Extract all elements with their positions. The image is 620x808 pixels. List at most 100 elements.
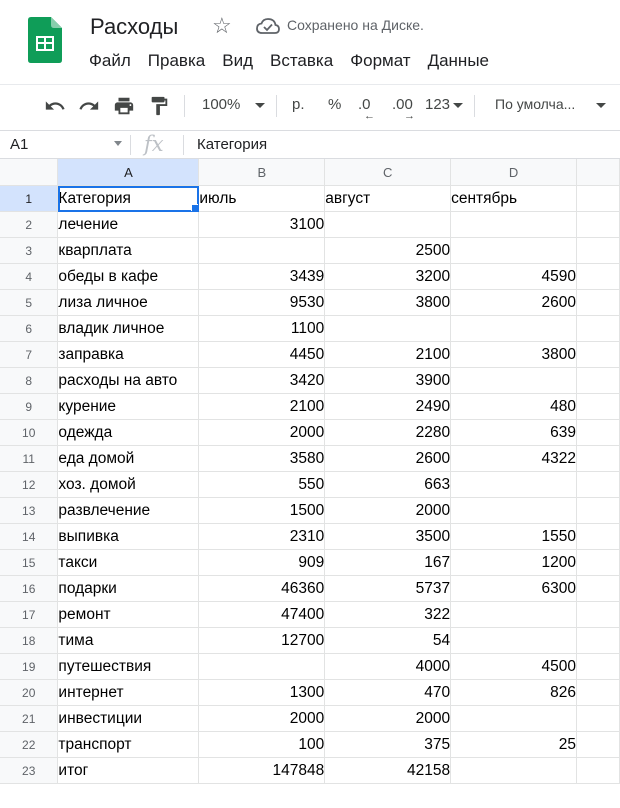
cell-d20[interactable]: 826: [450, 679, 578, 706]
row-header[interactable]: 1: [0, 185, 59, 212]
cell-e4[interactable]: [576, 263, 620, 290]
cell-e22[interactable]: [576, 731, 620, 758]
menu-edit[interactable]: Правка: [148, 51, 205, 71]
menu-file[interactable]: Файл: [89, 51, 131, 71]
row-header[interactable]: 23: [0, 757, 59, 784]
cell-c1[interactable]: август: [324, 185, 452, 212]
cell-e19[interactable]: [576, 653, 620, 680]
font-dropdown-arrow-icon[interactable]: [596, 103, 606, 108]
cell-a17[interactable]: ремонт: [57, 601, 200, 628]
zoom-select[interactable]: 100%: [202, 96, 240, 113]
cell-e2[interactable]: [576, 211, 620, 238]
cell-a2[interactable]: лечение: [57, 211, 200, 238]
cell-b14[interactable]: 2310: [198, 523, 326, 550]
cell-a11[interactable]: еда домой: [57, 445, 200, 472]
cell-b16[interactable]: 46360: [198, 575, 326, 602]
cell-c7[interactable]: 2100: [324, 341, 452, 368]
cell-e6[interactable]: [576, 315, 620, 342]
row-header[interactable]: 14: [0, 523, 59, 550]
cell-b22[interactable]: 100: [198, 731, 326, 758]
cell-e20[interactable]: [576, 679, 620, 706]
row-header[interactable]: 18: [0, 627, 59, 654]
cell-d11[interactable]: 4322: [450, 445, 578, 472]
cell-a8[interactable]: расходы на авто: [57, 367, 200, 394]
star-icon[interactable]: ☆: [212, 13, 232, 39]
cell-a10[interactable]: одежда: [57, 419, 200, 446]
name-box[interactable]: A1: [10, 136, 28, 153]
cell-b6[interactable]: 1100: [198, 315, 326, 342]
cell-c8[interactable]: 3900: [324, 367, 452, 394]
row-header[interactable]: 10: [0, 419, 59, 446]
cell-a19[interactable]: путешествия: [57, 653, 200, 680]
cell-c13[interactable]: 2000: [324, 497, 452, 524]
cell-a5[interactable]: лиза личное: [57, 289, 200, 316]
cell-d18[interactable]: [450, 627, 578, 654]
cell-e17[interactable]: [576, 601, 620, 628]
row-header[interactable]: 8: [0, 367, 59, 394]
cell-b15[interactable]: 909: [198, 549, 326, 576]
cell-b2[interactable]: 3100: [198, 211, 326, 238]
cell-a21[interactable]: инвестиции: [57, 705, 200, 732]
menu-data[interactable]: Данные: [428, 51, 489, 71]
cell-b8[interactable]: 3420: [198, 367, 326, 394]
redo-icon[interactable]: [78, 95, 100, 117]
row-header[interactable]: 2: [0, 211, 59, 238]
cell-e21[interactable]: [576, 705, 620, 732]
percent-format-button[interactable]: %: [328, 96, 341, 113]
cell-c19[interactable]: 4000: [324, 653, 452, 680]
font-select[interactable]: По умолча...: [495, 96, 575, 112]
currency-format-button[interactable]: р.: [292, 96, 305, 113]
cell-c11[interactable]: 2600: [324, 445, 452, 472]
cell-d3[interactable]: [450, 237, 578, 264]
zoom-dropdown-arrow-icon[interactable]: [255, 103, 265, 108]
cell-e3[interactable]: [576, 237, 620, 264]
cell-b20[interactable]: 1300: [198, 679, 326, 706]
cell-e23[interactable]: [576, 757, 620, 784]
cell-d1[interactable]: сентябрь: [450, 185, 578, 212]
cell-d7[interactable]: 3800: [450, 341, 578, 368]
column-header-d[interactable]: D: [450, 159, 578, 186]
row-header[interactable]: 22: [0, 731, 59, 758]
cell-c9[interactable]: 2490: [324, 393, 452, 420]
cell-d12[interactable]: [450, 471, 578, 498]
cell-b3[interactable]: [198, 237, 326, 264]
cell-b4[interactable]: 3439: [198, 263, 326, 290]
column-header-a[interactable]: A: [57, 159, 200, 186]
cell-a22[interactable]: транспорт: [57, 731, 200, 758]
cell-c10[interactable]: 2280: [324, 419, 452, 446]
column-header-e[interactable]: [576, 159, 620, 186]
cell-e1[interactable]: [576, 185, 620, 212]
paint-format-icon[interactable]: [148, 95, 170, 117]
cell-d4[interactable]: 4590: [450, 263, 578, 290]
cell-a1[interactable]: Категория: [57, 185, 200, 212]
cell-d14[interactable]: 1550: [450, 523, 578, 550]
cell-d10[interactable]: 639: [450, 419, 578, 446]
cell-c12[interactable]: 663: [324, 471, 452, 498]
cell-a12[interactable]: хоз. домой: [57, 471, 200, 498]
cell-b7[interactable]: 4450: [198, 341, 326, 368]
cell-d9[interactable]: 480: [450, 393, 578, 420]
row-header[interactable]: 19: [0, 653, 59, 680]
cell-a18[interactable]: тима: [57, 627, 200, 654]
cell-b1[interactable]: июль: [198, 185, 326, 212]
cell-e15[interactable]: [576, 549, 620, 576]
cell-b19[interactable]: [198, 653, 326, 680]
cell-e7[interactable]: [576, 341, 620, 368]
cell-c4[interactable]: 3200: [324, 263, 452, 290]
cell-e18[interactable]: [576, 627, 620, 654]
menu-view[interactable]: Вид: [222, 51, 253, 71]
cell-d5[interactable]: 2600: [450, 289, 578, 316]
cell-c17[interactable]: 322: [324, 601, 452, 628]
cell-b18[interactable]: 12700: [198, 627, 326, 654]
cell-a15[interactable]: такси: [57, 549, 200, 576]
cell-a14[interactable]: выпивка: [57, 523, 200, 550]
column-header-b[interactable]: B: [198, 159, 326, 186]
cell-e8[interactable]: [576, 367, 620, 394]
row-header[interactable]: 3: [0, 237, 59, 264]
column-header-c[interactable]: C: [324, 159, 452, 186]
cell-c2[interactable]: [324, 211, 452, 238]
cell-d23[interactable]: [450, 757, 578, 784]
cell-d17[interactable]: [450, 601, 578, 628]
name-box-dropdown-icon[interactable]: [114, 141, 122, 146]
cell-b21[interactable]: 2000: [198, 705, 326, 732]
